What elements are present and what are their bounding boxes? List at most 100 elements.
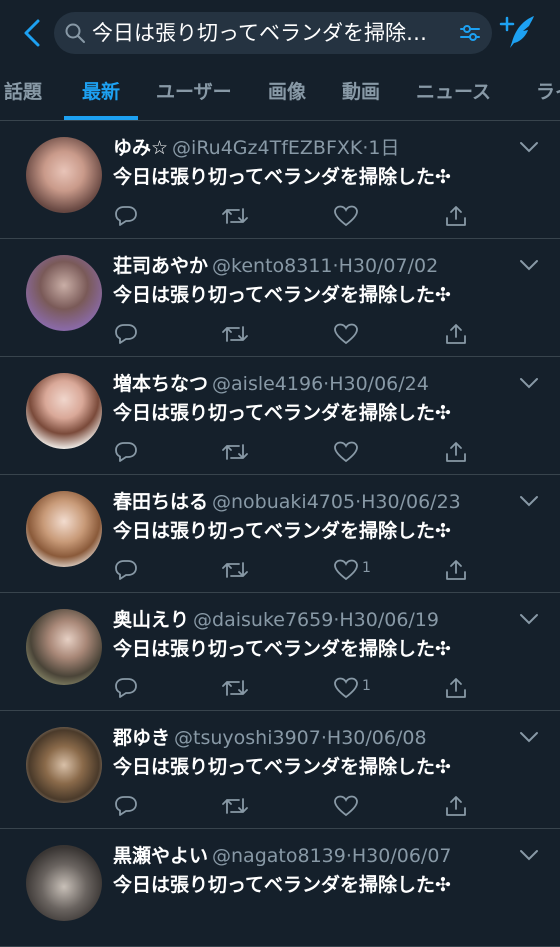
tweet-actions: [110, 437, 490, 467]
back-button[interactable]: [18, 16, 46, 50]
search-input[interactable]: 今日は張り切ってベランダを掃除…: [54, 12, 492, 54]
tweet-text: 今日は張り切ってベランダを掃除した✣: [113, 166, 451, 188]
user-name[interactable]: 増本ちなつ: [113, 373, 208, 395]
reply-icon: [115, 324, 137, 344]
like-count: 1: [362, 678, 371, 694]
heart-icon: [334, 323, 358, 345]
tweet-date: H30/06/24: [329, 373, 429, 395]
heart-icon: [334, 677, 358, 699]
tweet-text: 今日は張り切ってベランダを掃除した✣: [113, 874, 451, 896]
tab-users[interactable]: ユーザー: [156, 66, 232, 120]
user-name[interactable]: 黒瀬やよい: [113, 845, 208, 867]
user-handle: @nobuaki4705: [212, 491, 356, 513]
reply-icon: [115, 442, 137, 462]
tab-latest[interactable]: 最新: [82, 66, 120, 120]
chevron-down-icon[interactable]: [518, 611, 540, 627]
user-handle: @nagato8139: [212, 845, 346, 867]
tweet-date: H30/06/07: [351, 845, 452, 867]
tab-top[interactable]: 話題: [4, 66, 42, 120]
heart-icon: [334, 795, 358, 817]
avatar[interactable]: [26, 491, 102, 567]
tweet-actions: 1: [110, 555, 490, 585]
tweet-row[interactable]: 春田ちはる @nobuaki4705·H30/06/23 今日は張り切ってベランダ…: [0, 475, 560, 593]
reply-icon: [115, 796, 137, 816]
user-handle: @iRu4Gz4TfEZBFXK: [172, 137, 363, 159]
tweet-row[interactable]: ゆみ☆ @iRu4Gz4TfEZBFXK·1日 今日は張り切ってベランダを掃除した…: [0, 121, 560, 239]
user-handle: @daisuke7659: [193, 609, 334, 631]
heart-icon: [334, 205, 358, 227]
tweet-header: 黒瀬やよい @nagato8139·H30/06/07: [113, 843, 513, 869]
chevron-down-icon[interactable]: [518, 375, 540, 391]
reply-icon: [115, 206, 137, 226]
user-name[interactable]: 春田ちはる: [113, 491, 208, 513]
compose-button[interactable]: [498, 12, 538, 52]
search-query: 今日は張り切ってベランダを掃除…: [92, 21, 427, 45]
tweet-actions: 1: [110, 673, 490, 703]
avatar[interactable]: [26, 255, 102, 331]
retweet-icon: [222, 326, 248, 342]
tweet-actions: [110, 201, 490, 231]
tweet-row[interactable]: 荘司あやか @kento8311·H30/07/02 今日は張り切ってベランダを掃…: [0, 239, 560, 357]
tweet-text: 今日は張り切ってベランダを掃除した✣: [113, 756, 451, 778]
tab-news[interactable]: ニュース: [416, 66, 491, 120]
user-handle: @aisle4196: [212, 373, 324, 395]
tweet-header: ゆみ☆ @iRu4Gz4TfEZBFXK·1日: [113, 135, 513, 161]
avatar[interactable]: [26, 727, 102, 803]
chevron-down-icon[interactable]: [518, 257, 540, 273]
user-name[interactable]: 奥山えり: [113, 609, 189, 631]
retweet-icon: [222, 562, 248, 578]
tweet-date: H30/06/08: [326, 727, 427, 749]
avatar[interactable]: [26, 137, 102, 213]
user-handle: @tsuyoshi3907: [174, 727, 321, 749]
like-count: 1: [362, 560, 371, 576]
tweet-text: 今日は張り切ってベランダを掃除した✣: [113, 638, 451, 660]
avatar[interactable]: [26, 373, 102, 449]
retweet-icon: [222, 798, 248, 814]
reply-icon: [115, 560, 137, 580]
heart-icon: [334, 559, 358, 581]
search-header: 今日は張り切ってベランダを掃除…: [0, 0, 560, 66]
user-name[interactable]: 郡ゆき: [113, 727, 170, 749]
tweet-date: 1日: [368, 137, 400, 159]
tweet-text: 今日は張り切ってベランダを掃除した✣: [113, 520, 451, 542]
tweet-header: 荘司あやか @kento8311·H30/07/02: [113, 253, 513, 279]
tab-videos[interactable]: 動画: [342, 66, 380, 120]
tweet-header: 郡ゆき @tsuyoshi3907·H30/06/08: [113, 725, 513, 751]
tab-live[interactable]: ライ: [536, 66, 560, 120]
tweet-row[interactable]: 黒瀬やよい @nagato8139·H30/06/07 今日は張り切ってベランダを…: [0, 829, 560, 947]
tweet-feed: ゆみ☆ @iRu4Gz4TfEZBFXK·1日 今日は張り切ってベランダを掃除した…: [0, 121, 560, 947]
tweet-row[interactable]: 奥山えり @daisuke7659·H30/06/19 今日は張り切ってベランダを…: [0, 593, 560, 711]
retweet-icon: [222, 444, 248, 460]
avatar[interactable]: [26, 845, 102, 921]
tweet-actions: [110, 791, 490, 821]
tweet-text: 今日は張り切ってベランダを掃除した✣: [113, 402, 451, 424]
avatar[interactable]: [26, 609, 102, 685]
tweet-header: 春田ちはる @nobuaki4705·H30/06/23: [113, 489, 513, 515]
chevron-down-icon[interactable]: [518, 493, 540, 509]
chevron-down-icon[interactable]: [518, 847, 540, 863]
chevron-left-icon: [24, 19, 40, 47]
share-icon: [446, 442, 466, 462]
chevron-down-icon[interactable]: [518, 729, 540, 745]
tweet-header: 増本ちなつ @aisle4196·H30/06/24: [113, 371, 513, 397]
share-icon: [446, 560, 466, 580]
chevron-down-icon[interactable]: [518, 139, 540, 155]
tweet-actions: [110, 319, 490, 349]
tweet-row[interactable]: 増本ちなつ @aisle4196·H30/06/24 今日は張り切ってベランダを掃…: [0, 357, 560, 475]
user-name[interactable]: 荘司あやか: [113, 255, 208, 277]
reply-icon: [115, 678, 137, 698]
search-tabs: 話題 最新 ユーザー 画像 動画 ニュース ライ: [0, 66, 560, 121]
search-icon: [65, 23, 85, 43]
share-icon: [446, 206, 466, 226]
active-tab-indicator: [64, 116, 138, 120]
user-handle: @kento8311: [212, 255, 333, 277]
share-icon: [446, 796, 466, 816]
filter-sliders-icon[interactable]: [458, 21, 482, 45]
heart-icon: [334, 441, 358, 463]
tweet-date: H30/06/19: [339, 609, 439, 631]
user-name[interactable]: ゆみ☆: [113, 137, 168, 159]
tweet-date: H30/07/02: [338, 255, 439, 277]
tab-images[interactable]: 画像: [268, 66, 306, 120]
tweet-row[interactable]: 郡ゆき @tsuyoshi3907·H30/06/08 今日は張り切ってベランダを…: [0, 711, 560, 829]
compose-tweet-icon: [499, 16, 534, 48]
